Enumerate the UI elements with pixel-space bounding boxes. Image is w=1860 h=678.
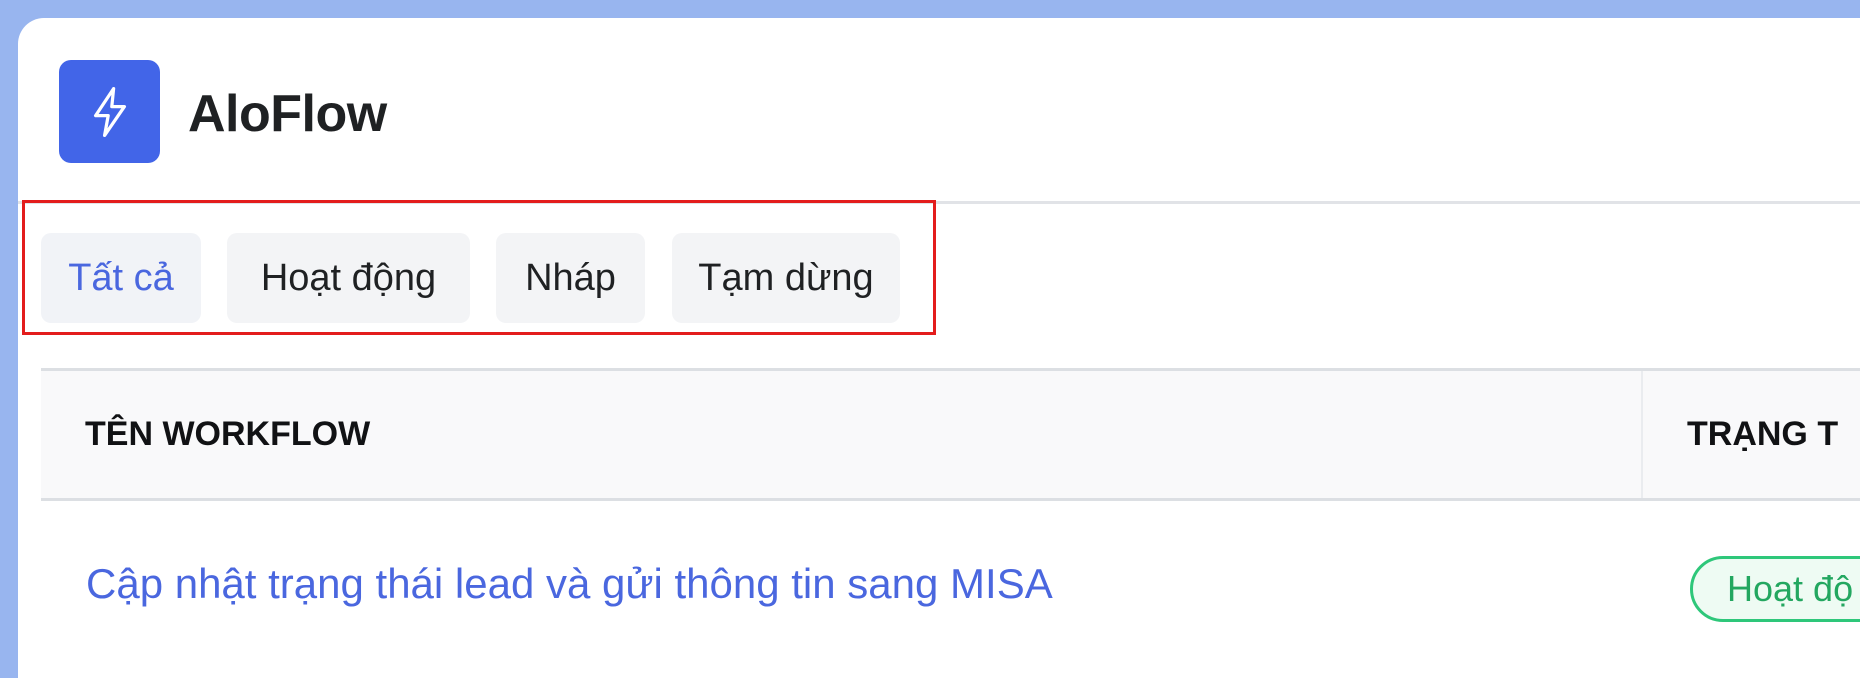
table-header: TÊN WORKFLOW TRẠNG T [41,368,1860,501]
tab-paused[interactable]: Tạm dừng [672,233,900,323]
app-header: AloFlow [18,18,1860,204]
workflow-name-link[interactable]: Cập nhật trạng thái lead và gửi thông ti… [86,552,1053,616]
tab-active[interactable]: Hoạt động [227,233,470,323]
app-title: AloFlow [188,85,387,143]
column-header-name[interactable]: TÊN WORKFLOW [85,371,370,498]
column-divider [1641,371,1643,498]
tab-draft[interactable]: Nháp [496,233,645,323]
column-header-status[interactable]: TRẠNG T [1687,371,1838,498]
lightning-bolt-icon [93,86,126,137]
status-badge: Hoạt độ [1690,556,1860,622]
tab-all[interactable]: Tất cả [41,233,201,323]
app-logo[interactable] [59,60,160,163]
